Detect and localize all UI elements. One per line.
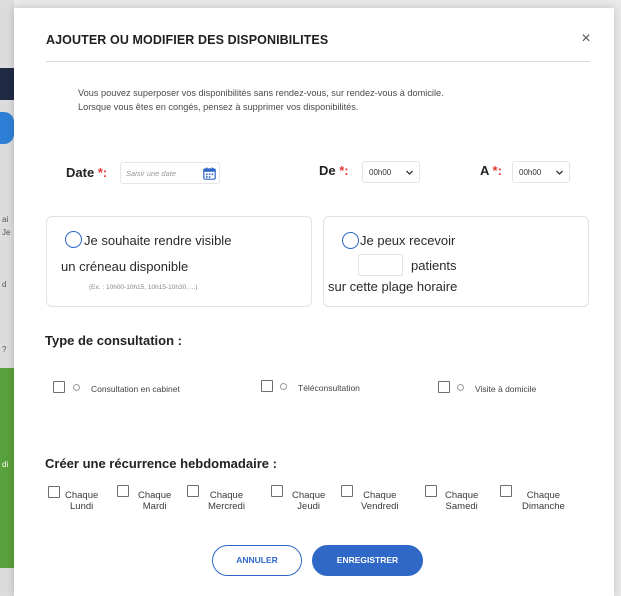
save-button[interactable]: ENREGISTRER [312, 545, 423, 576]
info-icon [457, 384, 464, 391]
visible-slot-hint: (Ex. : 10h00-10h15, 10h15-10h30, ...) [89, 284, 198, 291]
info-icon [280, 383, 287, 390]
recurrence-tuesday-checkbox[interactable] [117, 485, 129, 497]
background-text: ? [2, 345, 7, 354]
recurrence-tuesday-label: Chaque Mardi [138, 490, 172, 512]
from-label: De *: [319, 163, 349, 178]
required-mark: *: [492, 163, 502, 178]
from-value: 00h00 [369, 168, 392, 177]
background-text: d [2, 280, 7, 289]
to-label: A *: [480, 163, 502, 178]
chevron-down-icon [406, 170, 413, 175]
recurrence-sunday-label: Chaque Dimanche [522, 490, 565, 512]
date-label: Date *: [66, 165, 108, 180]
intro-line-2: Lorsque vous êtes en congés, pensez à su… [78, 102, 359, 112]
background-button [0, 112, 14, 144]
recurrence-wednesday-checkbox[interactable] [187, 485, 199, 497]
capacity-radio[interactable] [342, 232, 359, 249]
visible-slot-radio[interactable] [65, 231, 82, 248]
required-mark: *: [339, 163, 349, 178]
visible-slot-box: Je souhaite rendre visible un créneau di… [46, 216, 312, 307]
recurrence-wednesday-label: Chaque Mercredi [208, 490, 245, 512]
patients-count-input[interactable] [358, 254, 403, 276]
consultation-title: Type de consultation : [45, 333, 182, 348]
modal-title: AJOUTER OU MODIFIER DES DISPONIBILITES [46, 33, 329, 47]
background-navbar [0, 68, 14, 100]
from-select[interactable]: 00h00 [362, 161, 420, 183]
home-visit-checkbox[interactable] [438, 381, 450, 393]
teleconsultation-label: Téléconsultation [298, 383, 360, 393]
background-text: Je [2, 228, 11, 237]
background-page: ai Je d ? di [0, 0, 14, 596]
close-icon[interactable]: × [576, 30, 596, 50]
recurrence-saturday-label: Chaque Samedi [445, 490, 479, 512]
title-divider [46, 61, 590, 62]
recurrence-monday-checkbox[interactable] [48, 486, 60, 498]
recurrence-sunday-checkbox[interactable] [500, 485, 512, 497]
recurrence-saturday-checkbox[interactable] [425, 485, 437, 497]
date-field[interactable]: Saisir une date [120, 162, 220, 184]
calendar-icon[interactable] [203, 167, 216, 180]
intro-text: Vous pouvez superposer vos disponibilité… [78, 86, 588, 114]
required-mark: *: [97, 165, 108, 180]
background-text: ai [2, 215, 9, 224]
recurrence-title: Créer une récurrence hebdomadaire : [45, 456, 277, 471]
capacity-box: Je peux recevoir patients sur cette plag… [323, 216, 589, 307]
teleconsultation-checkbox[interactable] [261, 380, 273, 392]
visible-slot-line-2: un créneau disponible [61, 259, 189, 274]
chevron-down-icon [556, 170, 563, 175]
date-placeholder: Saisir une date [126, 169, 177, 178]
intro-line-1: Vous pouvez superposer vos disponibilité… [78, 88, 444, 98]
info-icon [73, 384, 80, 391]
recurrence-thursday-label: Chaque Jeudi [292, 490, 326, 512]
cancel-button[interactable]: ANNULER [212, 545, 302, 576]
background-text: di [2, 460, 9, 469]
capacity-line-3: sur cette plage horaire [328, 279, 458, 294]
to-select[interactable]: 00h00 [512, 161, 570, 183]
home-visit-label: Visite à domicile [475, 384, 537, 394]
to-value: 00h00 [519, 168, 542, 177]
capacity-line-1: Je peux recevoir [360, 233, 456, 248]
consultation-cabinet-checkbox[interactable] [53, 381, 65, 393]
patients-label: patients [411, 258, 457, 273]
visible-slot-line-1: Je souhaite rendre visible [84, 233, 232, 248]
recurrence-thursday-checkbox[interactable] [271, 485, 283, 497]
consultation-cabinet-label: Consultation en cabinet [91, 384, 180, 394]
recurrence-friday-checkbox[interactable] [341, 485, 353, 497]
availability-modal: AJOUTER OU MODIFIER DES DISPONIBILITES ×… [14, 8, 614, 596]
recurrence-friday-label: Chaque Vendredi [361, 490, 399, 512]
recurrence-monday-label: Chaque Lundi [65, 490, 99, 512]
